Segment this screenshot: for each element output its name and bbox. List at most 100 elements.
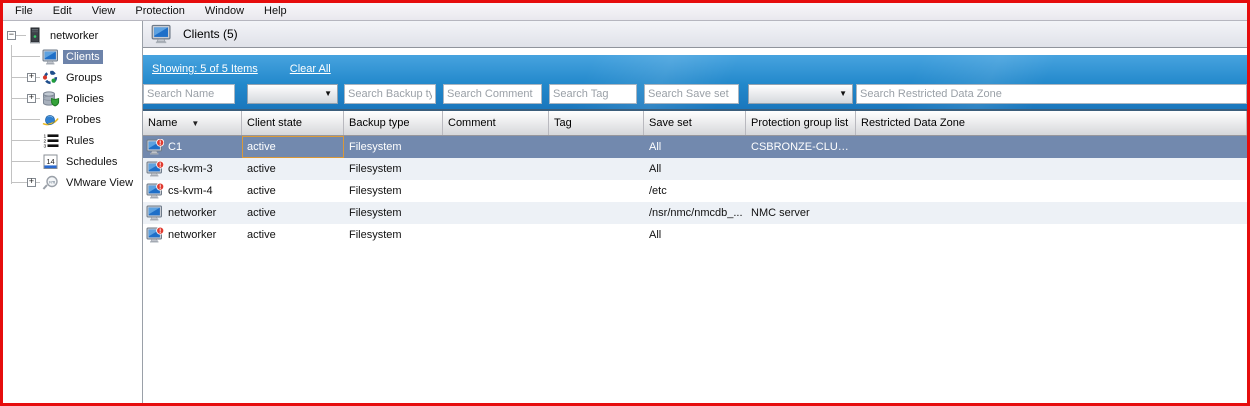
search-save-set-input[interactable] [644,84,739,104]
column-header-comment[interactable]: Comment [443,111,549,135]
cell-name[interactable]: ! networker [143,224,242,246]
column-header-restricted-data-zone[interactable]: Restricted Data Zone [856,111,1247,135]
cell-save-set[interactable]: /nsr/nmc/nmcdb_... [644,202,746,224]
search-tag-input[interactable] [549,84,637,104]
sidebar-item-label[interactable]: Clients [63,50,103,64]
cell-restricted-data-zone[interactable] [856,158,1247,180]
cell-name[interactable]: ! C1 [143,136,242,158]
sidebar-item-vmware-view[interactable]: + vmVMware View [3,172,142,193]
cell-client-state[interactable]: active [242,180,344,202]
cell-restricted-data-zone[interactable] [856,224,1247,246]
cell-backup-type[interactable]: Filesystem [344,202,443,224]
column-header-label: Protection group list [751,117,848,129]
menu-view[interactable]: View [82,4,126,19]
sidebar-item-rules[interactable]: 1 2 3 Rules [3,130,142,151]
cell-name[interactable]: ! cs-kvm-3 [143,158,242,180]
table-row-cs-kvm-4-2[interactable]: ! cs-kvm-4activeFilesystem/etc [143,180,1247,202]
navigation-tree: − networker Clients+ Groups+ Policies Pr… [3,21,143,403]
client-state-filter-dropdown[interactable]: ▼ [247,84,338,104]
cell-tag[interactable] [549,136,644,158]
protection-group-filter-dropdown[interactable]: ▼ [748,84,853,104]
table-row-c1-0[interactable]: ! C1activeFilesystem AllCSBRONZE-CLUST... [143,136,1247,158]
cell-restricted-data-zone[interactable] [856,180,1247,202]
cell-save-set[interactable]: All [644,224,746,246]
cell-backup-type[interactable]: Filesystem [344,158,443,180]
table-row-networker-4[interactable]: ! networkeractiveFilesystem All [143,224,1247,246]
cell-comment[interactable] [443,136,549,158]
menu-window[interactable]: Window [195,4,254,19]
probes-icon [41,113,60,127]
column-header-protection-group-list[interactable]: Protection group list [746,111,856,135]
tree-connector [16,35,26,36]
table-row-cs-kvm-3-1[interactable]: ! cs-kvm-3activeFilesystem All [143,158,1247,180]
sidebar-item-label[interactable]: networker [47,29,101,43]
column-header-save-set[interactable]: Save set [644,111,746,135]
cell-save-set[interactable]: All [644,158,746,180]
column-header-label: Save set [649,117,692,129]
cell-protection-group-list[interactable] [746,158,856,180]
sidebar-item-clients[interactable]: Clients [3,46,142,67]
cell-protection-group-list[interactable] [746,224,856,246]
cell-tag[interactable] [549,180,644,202]
showing-items-link[interactable]: Showing: 5 of 5 Items [152,63,258,75]
sidebar-item-networker[interactable]: − networker [3,25,142,46]
menu-edit[interactable]: Edit [43,4,82,19]
sidebar-item-policies[interactable]: + Policies [3,88,142,109]
cell-client-state[interactable]: active [242,158,344,180]
collapse-toggle-icon[interactable]: − [7,31,16,40]
cell-client-state[interactable]: active [242,136,344,158]
sidebar-item-label[interactable]: Rules [63,134,97,148]
cell-comment[interactable] [443,158,549,180]
cell-protection-group-list[interactable]: CSBRONZE-CLUST... [746,136,856,158]
filter-fields-row: ▼▼ [143,83,1247,109]
table-row-networker-3[interactable]: networkeractiveFilesystem/nsr/nmc/nmcdb_… [143,202,1247,224]
search-comment-input[interactable] [443,84,542,104]
cell-client-state[interactable]: active [242,202,344,224]
sidebar-item-schedules[interactable]: 14 Schedules [3,151,142,172]
cell-backup-type[interactable]: Filesystem [344,224,443,246]
sidebar-item-label[interactable]: Schedules [63,155,120,169]
menu-help[interactable]: Help [254,4,297,19]
cell-tag[interactable] [549,224,644,246]
column-header-backup-type[interactable]: Backup type [344,111,443,135]
cell-client-state[interactable]: active [242,224,344,246]
expand-toggle-icon[interactable]: + [27,73,36,82]
search-backup-type-input[interactable] [344,84,436,104]
panel-title-bar: Clients (5) [143,21,1247,48]
cell-tag[interactable] [549,158,644,180]
search-restricted-data-zone-input[interactable] [856,84,1247,104]
cell-name[interactable]: ! cs-kvm-4 [143,180,242,202]
cell-save-set[interactable]: All [644,136,746,158]
cell-save-set[interactable]: /etc [644,180,746,202]
cell-comment[interactable] [443,224,549,246]
column-header-client-state[interactable]: Client state [242,111,344,135]
clear-all-link[interactable]: Clear All [290,63,331,75]
menu-file[interactable]: File [5,4,43,19]
sidebar-item-label[interactable]: Groups [63,71,105,85]
tree-connector [12,56,40,57]
cell-protection-group-list[interactable] [746,180,856,202]
cell-tag[interactable] [549,202,644,224]
cell-restricted-data-zone[interactable] [856,202,1247,224]
sidebar-item-label[interactable]: VMware View [63,176,136,190]
expand-toggle-icon[interactable]: + [27,94,36,103]
cell-restricted-data-zone[interactable] [856,136,1247,158]
sidebar-item-label[interactable]: Policies [63,92,107,106]
cell-comment[interactable] [443,202,549,224]
column-header-name[interactable]: Name▼ [143,111,242,135]
tree-connector [12,119,40,120]
monitor-alert-icon: ! [146,139,164,155]
cell-backup-type[interactable]: Filesystem [344,180,443,202]
cell-comment[interactable] [443,180,549,202]
column-header-tag[interactable]: Tag [549,111,644,135]
cell-backup-type[interactable]: Filesystem [344,136,443,158]
search-name-input[interactable] [143,84,235,104]
cell-name[interactable]: networker [143,202,242,224]
sidebar-item-probes[interactable]: Probes [3,109,142,130]
cell-protection-group-list[interactable]: NMC server [746,202,856,224]
sidebar-item-label[interactable]: Probes [63,113,104,127]
svg-text:!: ! [159,140,161,147]
expand-toggle-icon[interactable]: + [27,178,36,187]
sidebar-item-groups[interactable]: + Groups [3,67,142,88]
menu-protection[interactable]: Protection [125,4,195,19]
